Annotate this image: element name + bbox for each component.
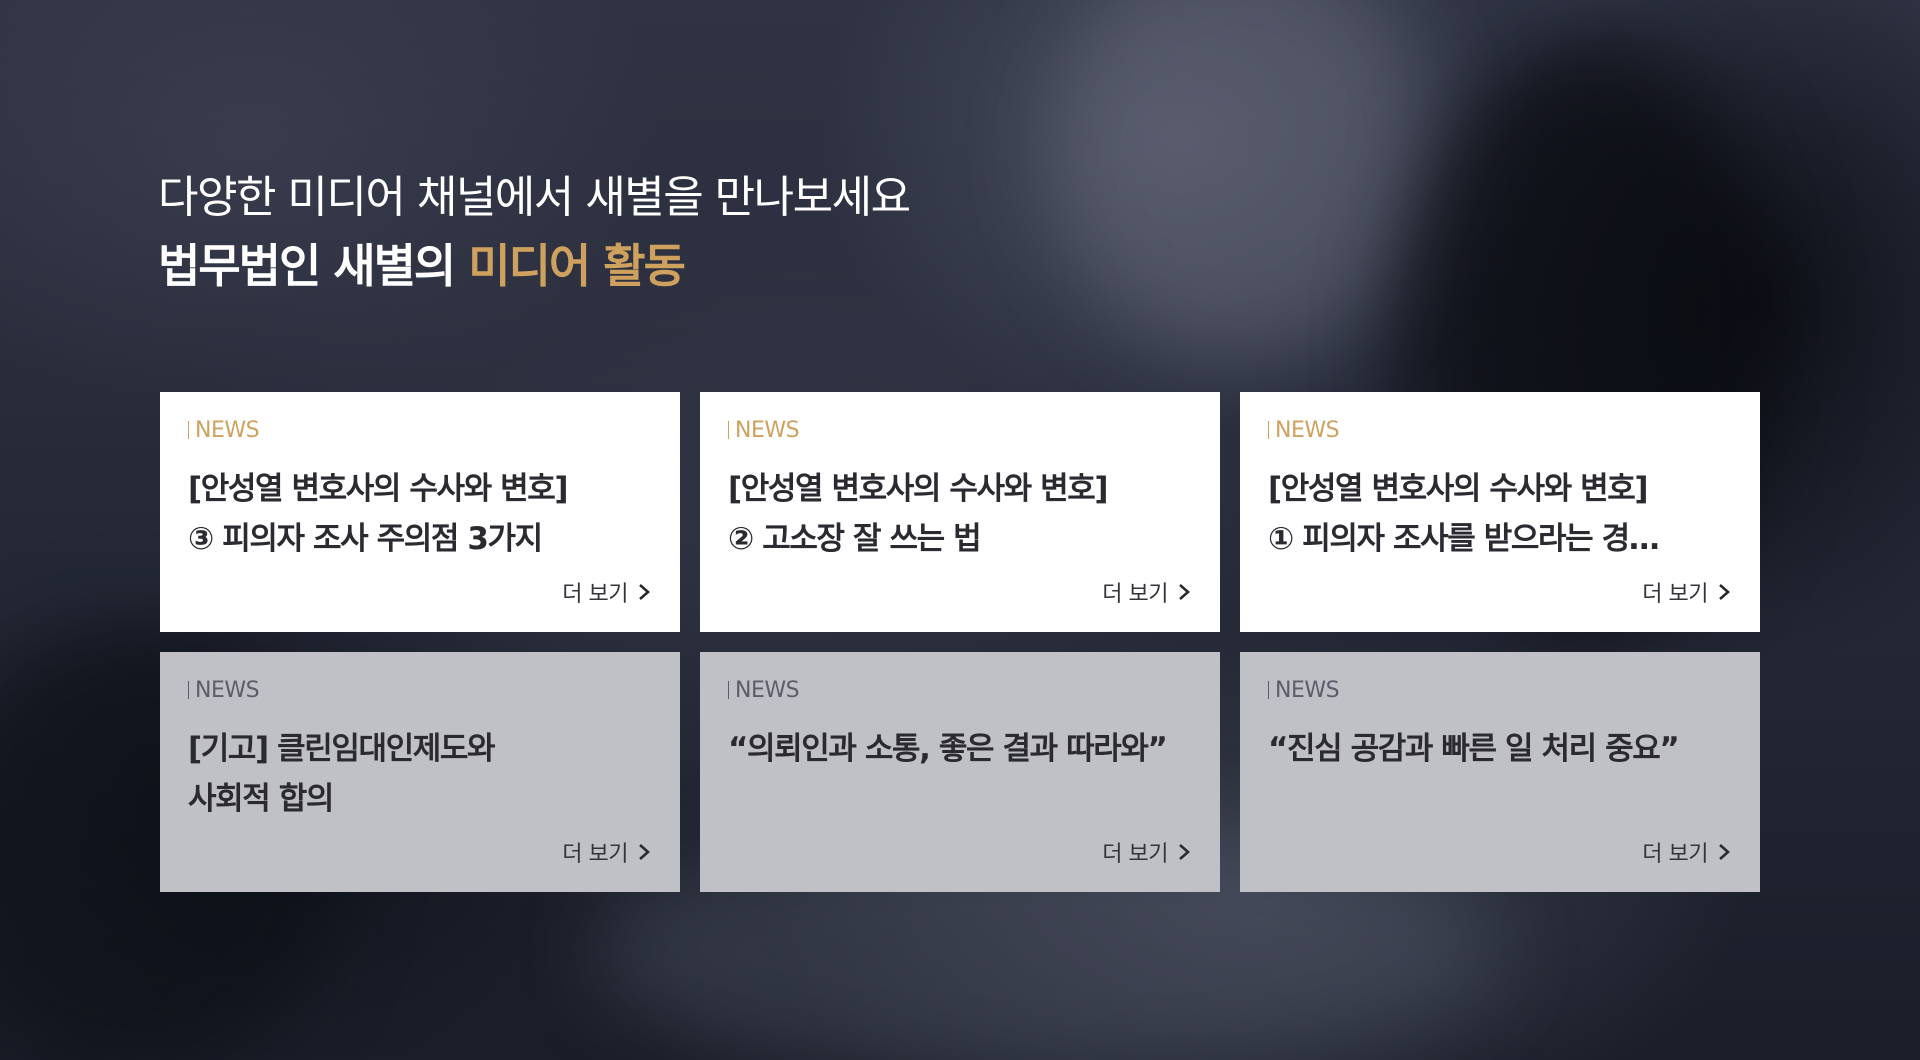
section-subtitle: 다양한 미디어 채널에서 새별을 만나보세요 [158, 172, 911, 223]
news-card-title: “진심 공감과 빠른 일 처리 중요” [1268, 724, 1732, 774]
news-card-title-line: [안성열 변호사의 수사와 변호] [728, 471, 1109, 507]
background-blur-shape [1050, 0, 1430, 360]
news-tag-label: NEWS [735, 678, 800, 703]
section-title: 법무법인 새별의 미디어 활동 [158, 228, 910, 304]
more-link[interactable]: 더 보기 [1102, 576, 1192, 608]
tag-divider [728, 681, 729, 699]
news-card[interactable]: NEWS [안성열 변호사의 수사와 변호] ① 피의자 조사를 받으라는 경…… [1240, 392, 1760, 632]
news-card-title: [안성열 변호사의 수사와 변호] ③ 피의자 조사 주의점 3가지 [188, 464, 652, 564]
news-card-title-line: ③ 피의자 조사 주의점 3가지 [188, 521, 543, 557]
tag-divider [1268, 421, 1269, 439]
news-tag-label: NEWS [735, 418, 800, 443]
news-tag: NEWS [1268, 416, 1732, 446]
more-link[interactable]: 더 보기 [1642, 836, 1732, 868]
section-heading: 다양한 미디어 채널에서 새별을 만나보세요 법무법인 새별의 미디어 활동 [158, 168, 911, 304]
chevron-right-icon [639, 584, 650, 600]
chevron-right-icon [639, 844, 650, 860]
chevron-right-icon [1179, 584, 1190, 600]
news-tag-label: NEWS [1275, 678, 1340, 703]
more-link[interactable]: 더 보기 [1102, 836, 1192, 868]
section-title-accent: 미디어 활동 [468, 239, 686, 293]
more-link-label: 더 보기 [562, 842, 628, 867]
tag-divider [1268, 681, 1269, 699]
more-link[interactable]: 더 보기 [562, 576, 652, 608]
more-link[interactable]: 더 보기 [562, 836, 652, 868]
tag-divider [188, 421, 189, 439]
chevron-right-icon [1719, 844, 1730, 860]
more-link-label: 더 보기 [1642, 582, 1708, 607]
media-section: 다양한 미디어 채널에서 새별을 만나보세요 법무법인 새별의 미디어 활동 N… [0, 0, 1920, 1060]
news-tag: NEWS [188, 416, 652, 446]
more-link[interactable]: 더 보기 [1642, 576, 1732, 608]
news-tag-label: NEWS [1275, 418, 1340, 443]
news-card-title-line: “의뢰인과 소통, 좋은 결과 따라와” [728, 731, 1168, 767]
tag-divider [728, 421, 729, 439]
news-tag-label: NEWS [195, 418, 260, 443]
news-card-grid: NEWS [안성열 변호사의 수사와 변호] ③ 피의자 조사 주의점 3가지 … [160, 392, 1760, 892]
more-link-label: 더 보기 [1102, 842, 1168, 867]
news-tag: NEWS [728, 676, 1192, 706]
news-tag: NEWS [1268, 676, 1732, 706]
news-card-title: [기고] 클린임대인제도와 사회적 합의 [188, 724, 652, 824]
news-card-title: “의뢰인과 소통, 좋은 결과 따라와” [728, 724, 1192, 774]
news-card-title-line: “진심 공감과 빠른 일 처리 중요” [1268, 731, 1680, 767]
news-tag-label: NEWS [195, 678, 260, 703]
news-card[interactable]: NEWS “의뢰인과 소통, 좋은 결과 따라와” 더 보기 [700, 652, 1220, 892]
news-card-title-line: 사회적 합의 [188, 781, 334, 817]
news-card-title: [안성열 변호사의 수사와 변호] ① 피의자 조사를 받으라는 경… [1268, 464, 1732, 564]
news-card[interactable]: NEWS [기고] 클린임대인제도와 사회적 합의 더 보기 [160, 652, 680, 892]
chevron-right-icon [1179, 844, 1190, 860]
section-title-prefix: 법무법인 새별의 [158, 239, 456, 293]
news-card-title-line: [기고] 클린임대인제도와 [188, 731, 496, 767]
more-link-label: 더 보기 [562, 582, 628, 607]
more-link-label: 더 보기 [1102, 582, 1168, 607]
news-tag: NEWS [728, 416, 1192, 446]
more-link-label: 더 보기 [1642, 842, 1708, 867]
news-card-title-line: [안성열 변호사의 수사와 변호] [1268, 471, 1649, 507]
tag-divider [188, 681, 189, 699]
news-card[interactable]: NEWS [안성열 변호사의 수사와 변호] ③ 피의자 조사 주의점 3가지 … [160, 392, 680, 632]
news-card-title-line: ② 고소장 잘 쓰는 법 [728, 521, 982, 557]
news-card[interactable]: NEWS [안성열 변호사의 수사와 변호] ② 고소장 잘 쓰는 법 더 보기 [700, 392, 1220, 632]
news-card-title-line: [안성열 변호사의 수사와 변호] [188, 471, 569, 507]
news-card[interactable]: NEWS “진심 공감과 빠른 일 처리 중요” 더 보기 [1240, 652, 1760, 892]
news-card-title: [안성열 변호사의 수사와 변호] ② 고소장 잘 쓰는 법 [728, 464, 1192, 564]
news-card-title-line: ① 피의자 조사를 받으라는 경… [1268, 521, 1660, 557]
chevron-right-icon [1719, 584, 1730, 600]
news-tag: NEWS [188, 676, 652, 706]
